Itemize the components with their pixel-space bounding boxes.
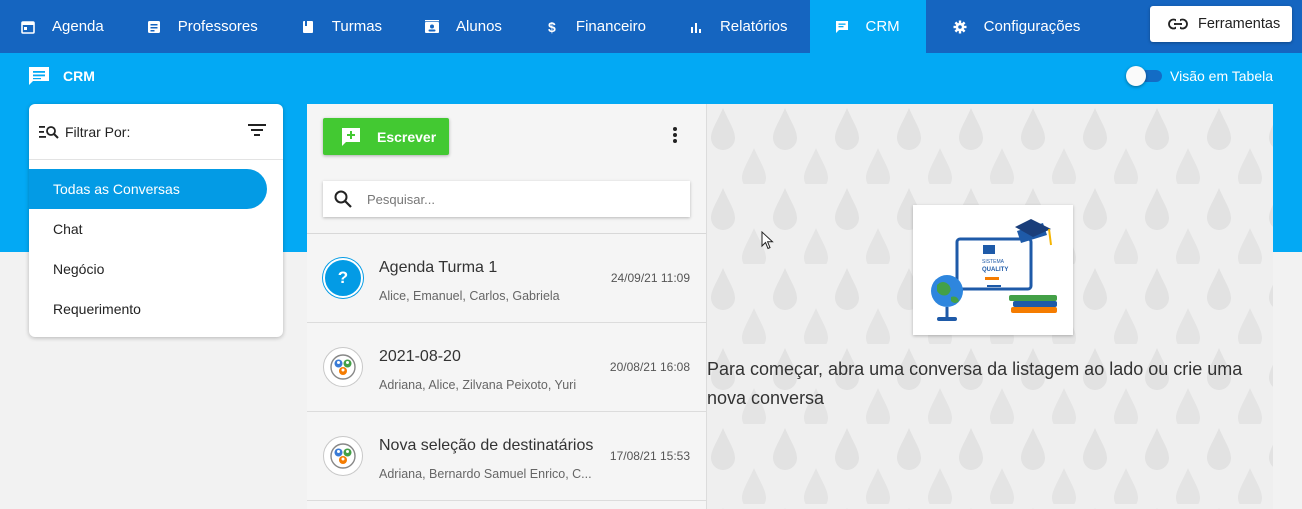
filter-search-icon: [39, 125, 59, 139]
write-button[interactable]: Escrever: [323, 118, 449, 155]
filter-list: Todas as Conversas Chat Negócio Requerim…: [29, 160, 283, 329]
search-icon: [333, 189, 353, 209]
group-icon: [323, 436, 363, 476]
nav-item-label: Configurações: [983, 18, 1081, 35]
conversation-title: Nova seleção de destinatários: [379, 437, 594, 454]
search-input[interactable]: [367, 191, 667, 207]
filter-item-chat[interactable]: Chat: [29, 209, 283, 249]
conversation-date: 17/08/21 15:53: [609, 449, 690, 463]
sort-icon[interactable]: [248, 123, 266, 137]
nav-item-crm[interactable]: CRM: [809, 0, 926, 53]
nav-item-label: Relatórios: [719, 18, 788, 35]
nav-item-label: CRM: [865, 18, 900, 35]
calendar-icon: [20, 19, 36, 35]
filter-item-requerimento[interactable]: Requerimento: [29, 289, 283, 329]
chat-icon: [834, 19, 850, 35]
conversation-item[interactable]: 2021-08-20 Adriana, Alice, Zilvana Peixo…: [307, 323, 706, 412]
nav-item-label: Financeiro: [575, 18, 646, 35]
page-title-text: CRM: [63, 68, 95, 84]
write-button-label: Escrever: [377, 128, 437, 145]
conversation-panel: Escrever ? Agenda Turma 1 Alice, Emanuel…: [307, 104, 707, 509]
conversation-date: 24/09/21 11:09: [610, 271, 690, 285]
id-card-icon: [424, 19, 440, 35]
nav-item-configuracoes[interactable]: Configurações: [926, 0, 1103, 53]
nav-item-turmas[interactable]: Turmas: [280, 0, 404, 53]
book-icon: [300, 19, 316, 35]
filter-label: Filtrar Por:: [65, 123, 131, 140]
filter-panel: Filtrar Por: Todas as Conversas Chat Neg…: [29, 104, 283, 337]
conversation-participants: Adriana, Alice, Zilvana Peixoto, Yuri: [379, 378, 577, 392]
link-icon: [1168, 18, 1188, 30]
page-title: CRM: [28, 66, 95, 86]
chat-icon: [28, 66, 50, 86]
nav-item-label: Professores: [177, 18, 258, 35]
nav-item-professores[interactable]: Professores: [126, 0, 280, 53]
conversation-title: Agenda Turma 1: [379, 259, 498, 276]
nav-item-agenda[interactable]: Agenda: [0, 0, 126, 53]
conversation-title: 2021-08-20: [379, 348, 461, 365]
gear-icon: [952, 19, 968, 35]
conversation-list: ? Agenda Turma 1 Alice, Emanuel, Carlos,…: [307, 234, 706, 501]
filter-item-negocio[interactable]: Negócio: [29, 249, 283, 289]
dollar-icon: $: [548, 18, 556, 35]
svg-text:SISTEMA: SISTEMA: [982, 259, 1005, 265]
new-message-icon: [341, 127, 361, 147]
more-vert-icon[interactable]: [672, 126, 678, 144]
toggle-switch[interactable]: [1126, 66, 1162, 86]
bar-chart-icon: [688, 19, 704, 35]
conversation-date: 20/08/21 16:08: [609, 360, 690, 374]
nav-item-label: Turmas: [331, 18, 383, 35]
badge-icon: [146, 19, 162, 35]
table-view-toggle[interactable]: Visão em Tabela: [1126, 66, 1273, 86]
conversation-participants: Alice, Emanuel, Carlos, Gabriela: [379, 289, 560, 303]
conversation-item[interactable]: Nova seleção de destinatários Adriana, B…: [307, 412, 706, 501]
nav-item-financeiro[interactable]: $ Financeiro: [524, 0, 668, 53]
app-logo: SISTEMA QUALITY: [913, 205, 1073, 335]
search-box: [323, 181, 690, 217]
conversation-item[interactable]: ? Agenda Turma 1 Alice, Emanuel, Carlos,…: [307, 234, 706, 323]
toggle-label: Visão em Tabela: [1170, 68, 1273, 84]
nav-item-label: Alunos: [456, 18, 502, 35]
nav-item-label: Agenda: [52, 18, 104, 35]
tools-button-label: Ferramentas: [1198, 16, 1281, 32]
tools-button[interactable]: Ferramentas: [1150, 6, 1292, 42]
filter-header: Filtrar Por:: [29, 104, 283, 160]
question-icon: ?: [323, 258, 363, 298]
conversation-view: SISTEMA QUALITY Para começar, abra uma c…: [707, 104, 1273, 509]
conversation-participants: Adriana, Bernardo Samuel Enrico, C...: [379, 467, 592, 481]
top-navigation: Agenda Professores Turmas Alunos $ Finan…: [0, 0, 1302, 53]
nav-item-alunos[interactable]: Alunos: [404, 0, 524, 53]
mouse-cursor-icon: [761, 231, 774, 250]
empty-state-message: Para começar, abra uma conversa da lista…: [707, 359, 1243, 408]
group-icon: [323, 347, 363, 387]
svg-text:QUALITY: QUALITY: [982, 267, 1008, 273]
nav-item-relatorios[interactable]: Relatórios: [668, 0, 810, 53]
filter-item-todas[interactable]: Todas as Conversas: [29, 169, 267, 209]
